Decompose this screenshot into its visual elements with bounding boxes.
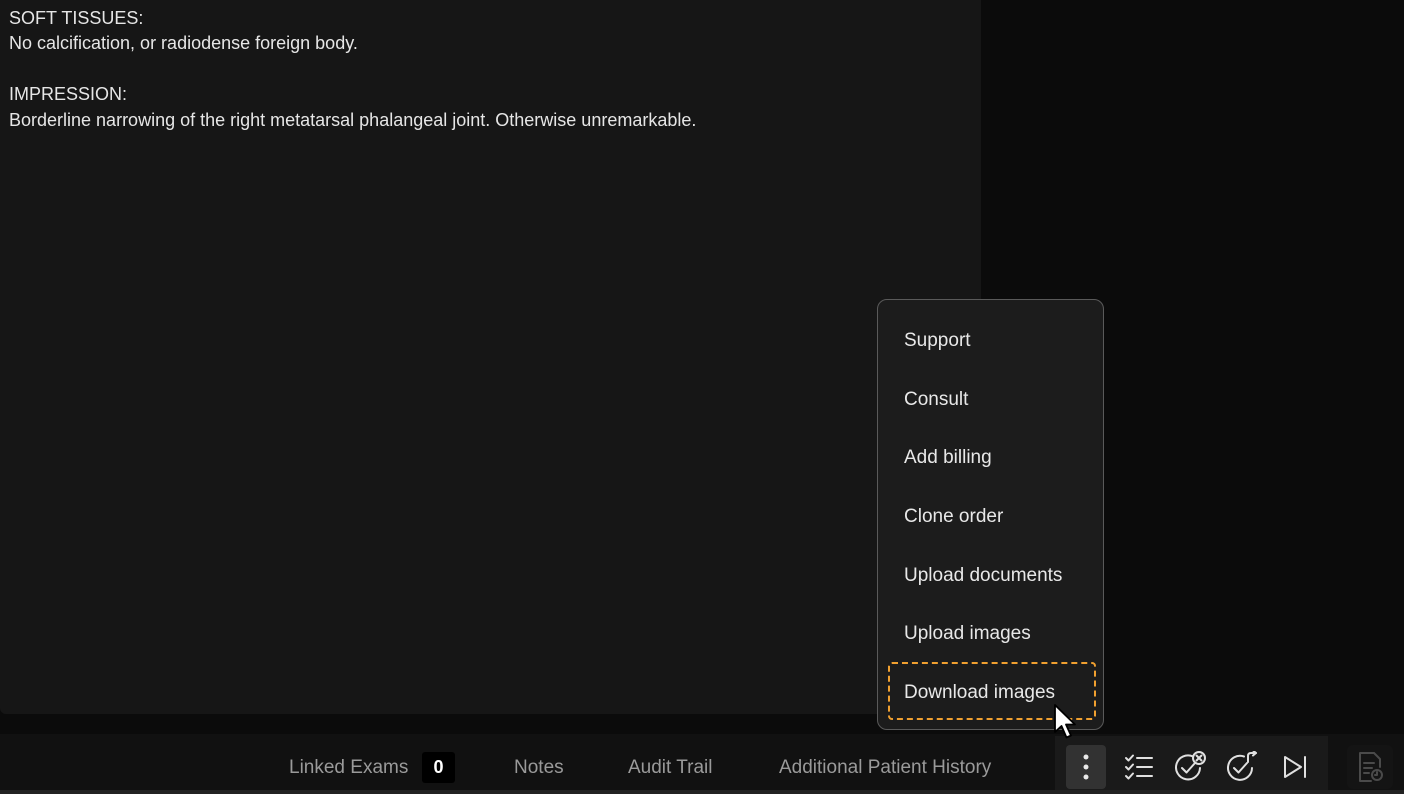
sign-forward-button[interactable] [1222,745,1262,789]
report-editor[interactable]: SOFT TISSUES: No calcification, or radio… [0,0,981,714]
reject-button[interactable] [1170,745,1210,789]
skip-next-icon [1284,756,1306,778]
bottom-border [0,790,1404,794]
menu-item-upload-images[interactable]: Upload images [904,622,1031,646]
report-body-text[interactable]: SOFT TISSUES: No calcification, or radio… [9,6,696,133]
menu-item-clone-order[interactable]: Clone order [904,505,1003,529]
menu-item-support[interactable]: Support [904,329,971,353]
menu-item-add-billing[interactable]: Add billing [904,446,992,470]
menu-item-consult[interactable]: Consult [904,388,968,412]
report-document-button[interactable] [1347,745,1393,789]
tab-audit-trail[interactable]: Audit Trail [628,757,712,779]
check-circle-forward-icon [1227,751,1257,781]
next-exam-button[interactable] [1275,745,1315,789]
report-document-icon [1359,752,1383,782]
check-circle-x-icon [1175,751,1206,781]
tab-linked-exams[interactable]: Linked Exams [289,757,408,779]
checklist-button[interactable] [1119,745,1159,789]
more-options-menu: Support Consult Add billing Clone order … [877,299,1104,730]
more-vertical-icon [1083,754,1089,780]
linked-exams-count-badge: 0 [422,752,455,783]
tab-additional-patient-history[interactable]: Additional Patient History [779,757,991,779]
checklist-icon [1125,754,1153,780]
menu-item-upload-documents[interactable]: Upload documents [904,564,1062,588]
tab-notes[interactable]: Notes [514,757,564,779]
more-options-button[interactable] [1066,745,1106,789]
report-screen: SOFT TISSUES: No calcification, or radio… [0,0,1404,794]
menu-item-download-images[interactable]: Download images [904,681,1055,705]
